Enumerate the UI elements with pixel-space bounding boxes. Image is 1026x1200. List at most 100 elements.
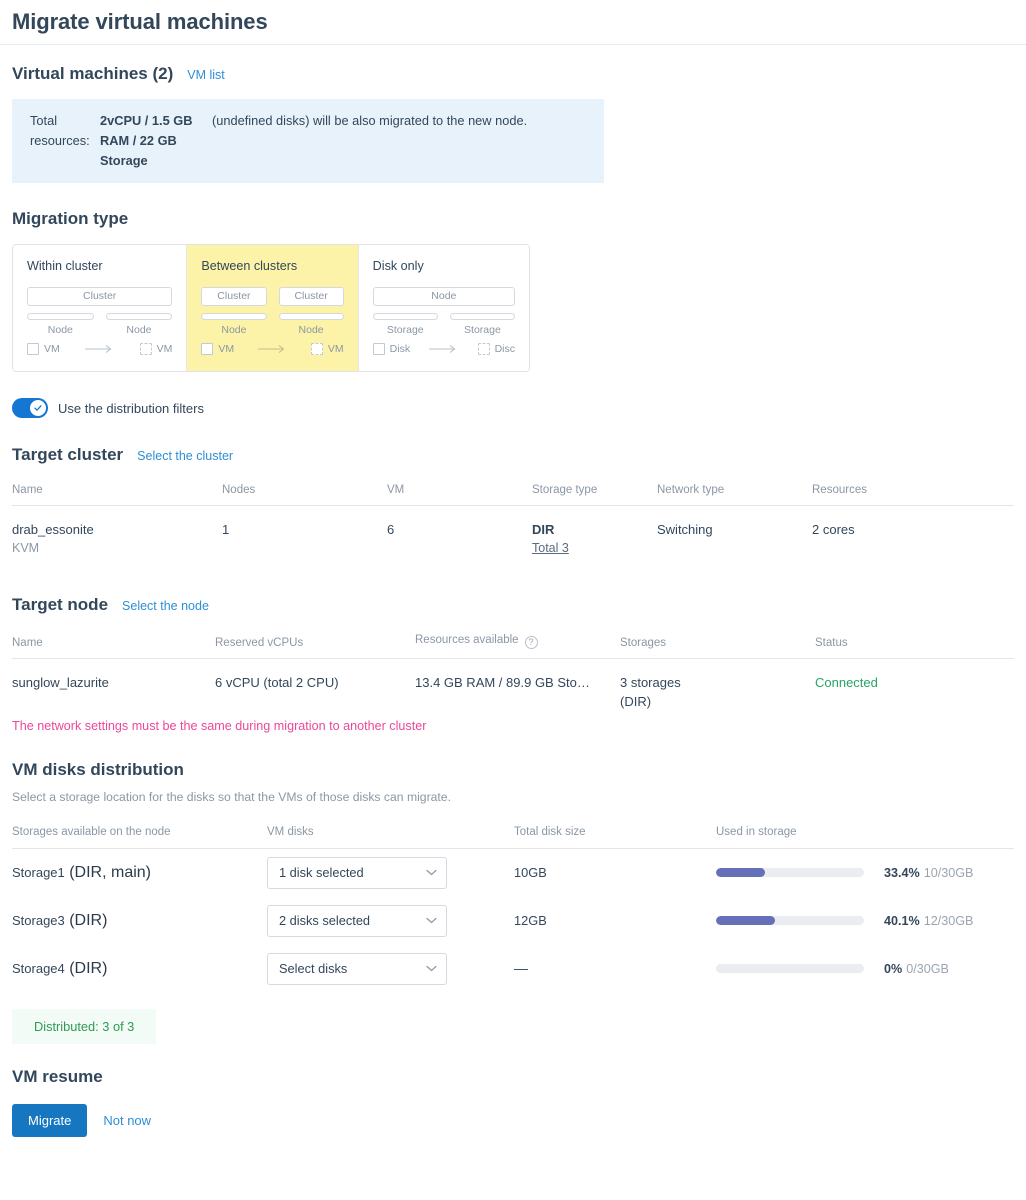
select-the-node-link[interactable]: Select the node [122, 599, 209, 613]
cell-total-disk-size: — [514, 945, 716, 993]
total-disk-size: 10GB [514, 864, 547, 880]
total-resources-label: Total resources: [30, 113, 90, 148]
node-label-left: Node [47, 324, 73, 336]
vm-square-icon [201, 343, 214, 355]
cell-resources: 2 cores [812, 506, 1014, 559]
cell-total-disk-size: 10GB [514, 849, 716, 897]
table-header-row: Name Nodes VM Storage type Network type … [12, 484, 1014, 506]
cell-disk-select: 1 disk selected [267, 849, 514, 897]
col-header-status: Status [815, 634, 1014, 659]
cluster-storage-total-link[interactable]: Total 3 [532, 539, 649, 558]
migration-card-title: Between clusters [201, 259, 298, 273]
usage-percent: 40.1% [884, 913, 920, 928]
unit-chip-source: VM [201, 343, 234, 355]
disk-select-dropdown[interactable]: 1 disk selected [267, 856, 447, 889]
disk-select-dropdown[interactable]: 2 disks selected [267, 904, 447, 937]
diagram-top-row: Cluster [27, 287, 173, 306]
node-storages-count: 3 storages [620, 675, 681, 690]
page-header: Migrate virtual machines [0, 0, 1026, 45]
col-header-storages: Storages [620, 634, 815, 659]
chevron-down-icon [426, 965, 437, 972]
disk-square-dashed-icon [477, 343, 490, 355]
table-row: Storage3 (DIR) 2 disks selected 12GB 40.… [12, 897, 1014, 945]
diagram-storage-labels: Storage Storage [373, 323, 515, 337]
node-label-left: Node [221, 324, 247, 336]
diagram-unit-row: VM VM [201, 343, 344, 355]
unit-chip-target: VM [139, 343, 173, 355]
col-header-used-in-storage: Used in storage [716, 826, 1014, 849]
target-node-section: Target node Select the node Name Reserve… [12, 594, 1014, 733]
unit-label-source: Disk [389, 343, 411, 355]
diagram-unit-row: VM VM [27, 343, 172, 355]
cluster-resources: 2 cores [812, 522, 855, 537]
usage-absolute: 10/30GB [923, 865, 974, 880]
usage-percent: 33.4% [884, 865, 920, 880]
usage-meter: 40.1% 12/30GB [716, 914, 1014, 928]
table-row[interactable]: drab_essonite KVM 1 6 DIR Total 3 Switch [12, 506, 1014, 559]
arrow-right-icon [428, 345, 456, 353]
cluster-nodes: 1 [222, 522, 230, 537]
table-row: Storage1 (DIR, main) 1 disk selected 10G… [12, 849, 1014, 897]
vm-resume-title: VM resume [12, 1066, 103, 1086]
usage-bar-track [716, 916, 864, 925]
total-disk-size: 12GB [514, 912, 547, 928]
col-header-reserved-vcpus: Reserved vCPUs [215, 634, 415, 659]
arrow-right-icon [257, 345, 284, 353]
storage-name: Storage3 [12, 912, 65, 928]
migrate-button[interactable]: Migrate [12, 1103, 88, 1137]
cell-storage-name: Storage3 (DIR) [12, 897, 267, 945]
storage-pill-left [372, 313, 438, 320]
usage-bar-track [716, 964, 864, 973]
disk-select-dropdown[interactable]: Select disks [267, 952, 447, 985]
cell-network-type: Switching [657, 506, 812, 559]
cluster-vm-count: 6 [387, 522, 395, 537]
col-header-network-type: Network type [657, 484, 812, 506]
diagram-node-labels: Node Node [201, 323, 343, 337]
table-row: Storage4 (DIR) Select disks — 0% 0/30GB [12, 945, 1014, 993]
cell-vm: 6 [387, 506, 532, 559]
migration-type-card-group: Within cluster Cluster Node Node VM VM B… [12, 244, 530, 372]
usage-bar-fill [716, 916, 776, 925]
migration-diagram: Node Storage Storage Disk Disc [372, 287, 516, 355]
migration-type-card-between-clusters[interactable]: Between clusters Cluster Cluster Node No… [186, 245, 358, 371]
col-header-nodes: Nodes [222, 484, 387, 506]
arrow-right-icon [84, 345, 112, 353]
usage-bar-fill [716, 868, 766, 878]
node-pill-right [105, 313, 173, 320]
node-label-right: Node [126, 324, 152, 336]
cell-storage-type: DIR Total 3 [532, 506, 657, 559]
select-the-cluster-link[interactable]: Select the cluster [137, 449, 233, 463]
migration-card-title: Disk only [372, 259, 424, 273]
target-cluster-section: Target cluster Select the cluster Name N… [12, 444, 1014, 558]
diagram-top-row: Cluster Cluster [201, 287, 344, 306]
virtual-machines-section: Virtual machines (2) VM list Total resou… [12, 63, 1014, 183]
distribution-filters-toggle[interactable] [12, 398, 48, 418]
total-resources-banner: Total resources: 2vCPU / 1.5 GB RAM / 22… [12, 99, 604, 183]
vm-list-link[interactable]: VM list [187, 68, 225, 82]
distribution-filters-label: Use the distribution filters [58, 400, 204, 416]
target-node-heading-row: Target node Select the node [12, 594, 1014, 616]
unit-chip-source: Disk [372, 343, 411, 355]
not-now-button[interactable]: Not now [97, 1104, 157, 1137]
action-button-row: Migrate Not now [12, 1103, 1014, 1137]
unit-label-target: VM [327, 343, 344, 355]
total-resources-note: (undefined disks) will be also migrated … [212, 113, 528, 128]
table-header-row: Name Reserved vCPUs Resources available?… [12, 634, 1014, 659]
col-header-name: Name [12, 484, 222, 506]
storage-type: (DIR) [69, 959, 108, 977]
target-node-table: Name Reserved vCPUs Resources available?… [12, 634, 1014, 659]
question-icon[interactable]: ? [524, 636, 538, 649]
migration-type-title: Migration type [12, 209, 129, 228]
vm-square-icon [27, 343, 39, 355]
migration-type-card-within-cluster[interactable]: Within cluster Cluster Node Node VM VM [13, 245, 187, 371]
table-row[interactable]: sunglow_lazurite 6 vCPU (total 2 CPU) 13… [12, 659, 1014, 711]
unit-label-target: VM [156, 343, 173, 355]
storage-name: Storage4 [12, 960, 65, 976]
diagram-cluster-box-left: Cluster [201, 287, 267, 306]
table-header-row: Storages available on the node VM disks … [12, 826, 1014, 849]
cell-used-in-storage: 40.1% 12/30GB [716, 897, 1014, 945]
usage-meter: 33.4% 10/30GB [716, 866, 1014, 880]
cell-total-disk-size: 12GB [514, 897, 716, 945]
vm-square-dashed-icon [310, 343, 323, 355]
migration-type-card-disk-only[interactable]: Disk only Node Storage Storage Disk Disc [357, 245, 529, 371]
